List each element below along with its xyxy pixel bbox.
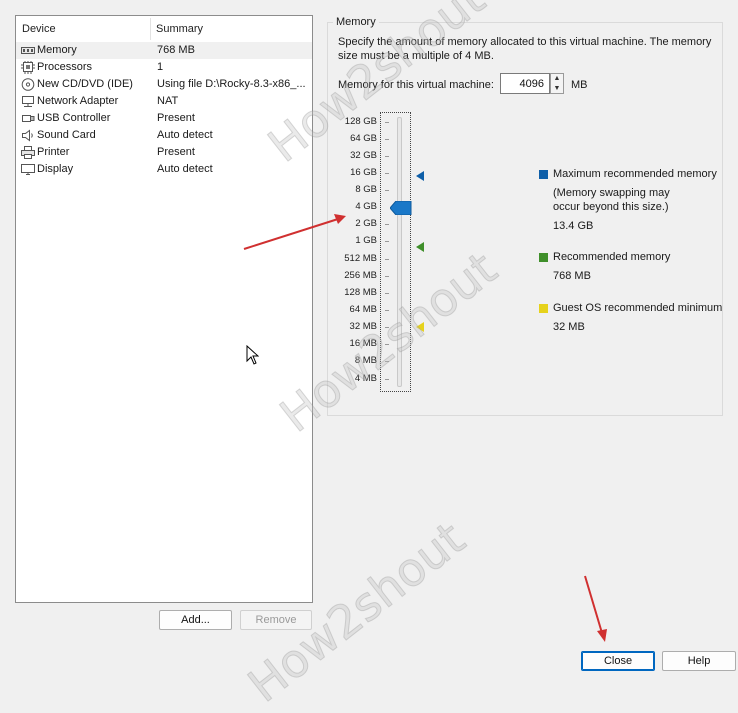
annotation-arrows [243,214,607,642]
annotation-arrow-memory-slider [243,214,346,250]
annotation-arrow-close-button [584,575,607,642]
